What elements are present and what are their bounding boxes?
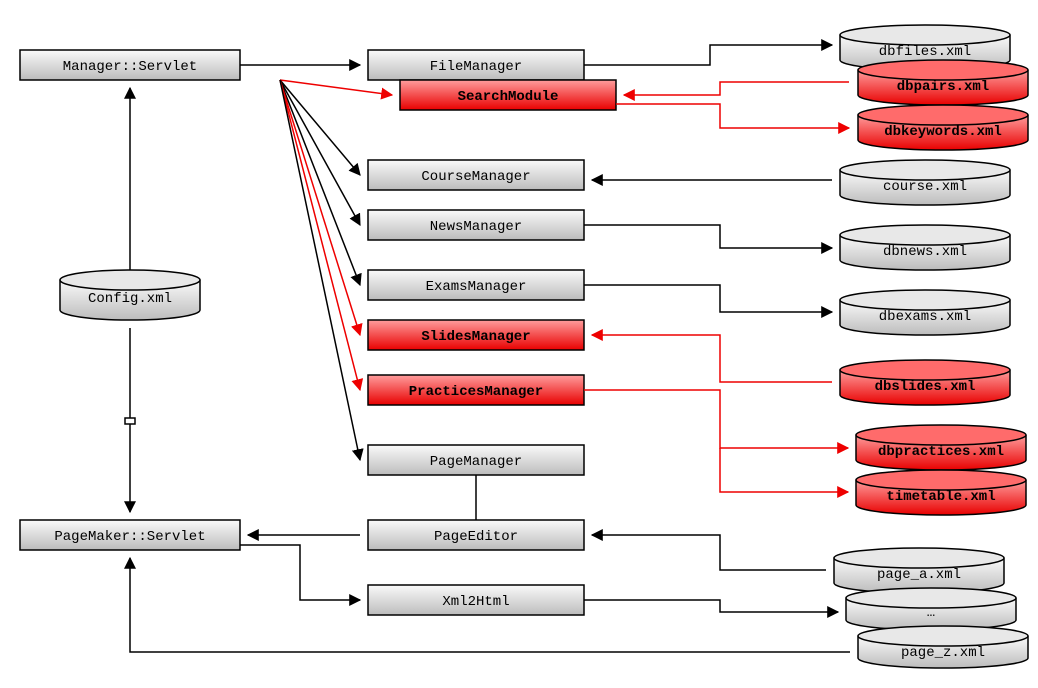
mgr-search-line: [280, 80, 392, 95]
dbfiles-label: dbfiles.xml: [879, 44, 971, 60]
search-dbkeywords-line: [616, 104, 849, 128]
newsmanager-label: NewsManager: [430, 219, 522, 235]
practices-db-line: [584, 390, 848, 448]
dbnews-label: dbnews.xml: [883, 244, 967, 260]
config-cylinder: Config.xml: [60, 270, 200, 320]
dbpairs-cyl: dbpairs.xml: [858, 60, 1028, 105]
slidesmanager-label: SlidesManager: [421, 329, 530, 345]
course-label: course.xml: [883, 179, 967, 195]
examsmanager-label: ExamsManager: [426, 279, 527, 295]
practicesmanager-label: PracticesManager: [409, 384, 543, 400]
file-dbfiles-line: [584, 45, 832, 65]
slides-db-line: [592, 335, 832, 382]
dots-cyl: …: [846, 588, 1016, 630]
pagez-cyl: page_z.xml: [858, 626, 1028, 668]
pagemaker-xml2html-line: [240, 545, 360, 600]
pagemanager-label: PageManager: [430, 454, 522, 470]
search-dbpairs-line: [624, 82, 849, 95]
dbkeywords-label: dbkeywords.xml: [884, 124, 1002, 140]
exams-db-line: [584, 285, 832, 312]
news-db-line: [584, 225, 832, 248]
pageeditor-label: PageEditor: [434, 529, 518, 545]
coursemanager-label: CourseManager: [421, 169, 530, 185]
dbpractices-label: dbpractices.xml: [878, 444, 1004, 460]
timetable-cyl: timetable.xml: [856, 470, 1026, 515]
pagea-label: page_a.xml: [877, 567, 961, 583]
editor-pagea-line: [592, 535, 826, 570]
filemanager-label: FileManager: [430, 59, 522, 75]
dbnews-cyl: dbnews.xml: [840, 225, 1010, 270]
manager-servlet-label: Manager::Servlet: [63, 59, 197, 75]
xml2html-pages-line: [584, 600, 838, 612]
config-label: Config.xml: [88, 291, 172, 307]
pagemaker-servlet-label: PageMaker::Servlet: [54, 529, 205, 545]
dbslides-label: dbslides.xml: [875, 379, 976, 395]
dbslides-cyl: dbslides.xml: [840, 360, 1010, 405]
dbexams-label: dbexams.xml: [879, 309, 971, 325]
dbpractices-cyl: dbpractices.xml: [856, 425, 1026, 470]
mgr-exams-line: [280, 80, 360, 285]
architecture-diagram: Manager::Servlet PageMaker::Servlet Conf…: [0, 0, 1038, 688]
timetable-label: timetable.xml: [886, 489, 995, 505]
practices-timetable-line: [720, 448, 848, 492]
dbexams-cyl: dbexams.xml: [840, 290, 1010, 335]
pagea-cyl: page_a.xml: [834, 548, 1004, 593]
xml2html-label: Xml2Html: [442, 594, 509, 610]
mgr-page-line: [280, 80, 360, 460]
mgr-slides-line: [280, 80, 360, 335]
dbkeywords-cyl: dbkeywords.xml: [858, 105, 1028, 150]
line-break-icon: [125, 418, 135, 424]
mgr-news-line: [280, 80, 360, 225]
course-cyl: course.xml: [840, 160, 1010, 205]
dots-label: …: [927, 605, 935, 621]
pagez-label: page_z.xml: [901, 645, 985, 661]
dbpairs-label: dbpairs.xml: [897, 79, 989, 95]
searchmodule-label: SearchModule: [458, 89, 559, 105]
